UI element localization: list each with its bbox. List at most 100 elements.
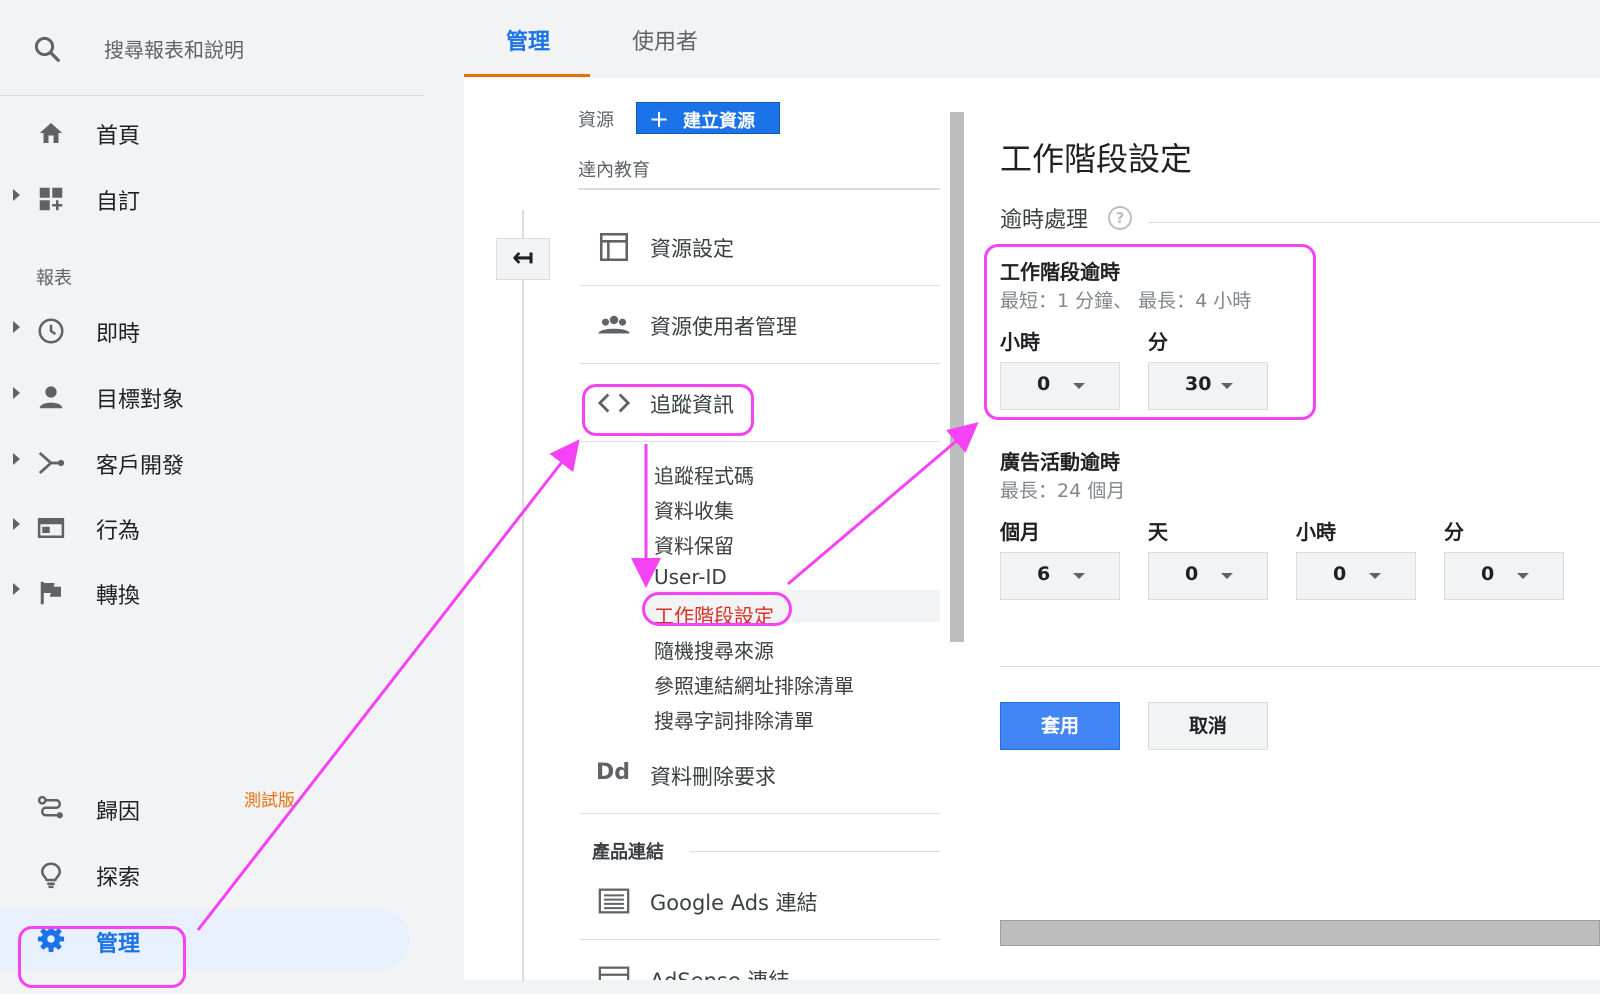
page-title: 工作階段設定 [1000, 140, 1193, 178]
campaign-timeout-hint: 最長：24 個月 [1000, 480, 1126, 502]
dropdown-caret-icon [1073, 573, 1085, 579]
search-bar[interactable]: 搜尋報表和說明 [0, 0, 424, 96]
menu-property-settings[interactable]: 資源設定 [580, 208, 940, 286]
submenu-data-collection[interactable]: 資料收集 [654, 495, 734, 524]
behavior-icon [37, 518, 65, 538]
campaign-minutes-label: 分 [1444, 520, 1464, 544]
campaign-minutes-select[interactable]: 0 [1444, 552, 1564, 600]
property-column-label: 資源 [578, 110, 614, 131]
session-timeout-title: 工作階段逾時 [1000, 260, 1120, 284]
session-timeout-hint: 最短：1 分鐘、 最長：4 小時 [1000, 290, 1252, 312]
select-value: 0 [1333, 563, 1347, 585]
divider [1000, 666, 1600, 667]
attribution-icon [37, 795, 63, 819]
submenu-referral-exclusion-list[interactable]: 參照連結網址排除清單 [654, 670, 854, 699]
menu-label: AdSense 連結 [650, 965, 789, 980]
expand-arrow-icon [13, 453, 20, 465]
apply-button[interactable]: 套用 [1000, 702, 1120, 750]
submenu-session-settings[interactable]: 工作階段設定 [654, 600, 774, 629]
menu-label: Google Ads 連結 [650, 891, 818, 915]
session-minutes-select[interactable]: 30 [1148, 362, 1268, 410]
admin-tab-bar: 管理 使用者 [464, 0, 1600, 78]
attribution-text: 歸因 [96, 800, 141, 825]
beta-badge: 測試版 [244, 791, 295, 811]
nav-label-discover: 探索 [96, 866, 141, 891]
active-tab-indicator [464, 74, 590, 77]
property-settings-icon [599, 232, 629, 262]
dropdown-caret-icon [1517, 573, 1529, 579]
nav-item-attribution[interactable]: 歸因 測試版 [0, 780, 410, 836]
submenu-user-id[interactable]: User-ID [654, 565, 727, 589]
nav-item-behavior[interactable]: 行為 [0, 499, 410, 555]
menu-property-user-management[interactable]: 資源使用者管理 [580, 286, 940, 364]
select-value: 0 [1185, 563, 1199, 585]
adsense-icon [598, 966, 630, 980]
select-value: 0 [1481, 563, 1495, 585]
code-icon [597, 393, 631, 413]
clock-icon [38, 318, 64, 344]
select-value: 0 [1037, 373, 1051, 395]
campaign-hours-select[interactable]: 0 [1296, 552, 1416, 600]
dropdown-caret-icon [1221, 383, 1233, 389]
back-arrow-icon: ↤ [512, 243, 534, 273]
session-hours-select[interactable]: 0 [1000, 362, 1120, 410]
create-property-button[interactable]: + 建立資源 [636, 102, 780, 134]
menu-label: 資源使用者管理 [650, 315, 797, 339]
link-list-icon [598, 888, 630, 914]
nav-label-audience: 目標對象 [96, 388, 185, 413]
menu-data-deletion-requests[interactable]: Dd 資料刪除要求 [580, 736, 940, 814]
timeout-section-title: 逾時處理 [1000, 208, 1089, 233]
submenu-tracking-code[interactable]: 追蹤程式碼 [654, 460, 754, 489]
nav-label-customization: 自訂 [96, 190, 141, 215]
dashboard-add-icon [39, 187, 63, 211]
submenu-organic-search-sources[interactable]: 隨機搜尋來源 [654, 635, 774, 664]
dropdown-caret-icon [1369, 573, 1381, 579]
submenu-search-term-exclusion-list[interactable]: 搜尋字詞排除清單 [654, 705, 814, 734]
nav-label-behavior: 行為 [96, 519, 141, 544]
campaign-hours-label: 小時 [1296, 520, 1336, 544]
product-linking-header: 產品連結 [592, 842, 664, 863]
tab-admin[interactable]: 管理 [506, 24, 550, 56]
cancel-button[interactable]: 取消 [1148, 702, 1268, 750]
plus-icon: + [649, 105, 670, 133]
expand-arrow-icon [13, 518, 20, 530]
nav-item-home[interactable]: 首頁 [0, 104, 410, 160]
help-icon[interactable]: ? [1108, 206, 1132, 230]
campaign-months-select[interactable]: 6 [1000, 552, 1120, 600]
property-selector[interactable]: 達內教育 [578, 156, 650, 182]
divider [578, 188, 940, 190]
tab-users[interactable]: 使用者 [632, 24, 698, 56]
campaign-days-label: 天 [1148, 520, 1168, 544]
gear-icon [37, 925, 65, 953]
nav-item-audience[interactable]: 目標對象 [0, 368, 410, 424]
nav-item-realtime[interactable]: 即時 [0, 302, 410, 358]
menu-tracking-info[interactable]: 追蹤資訊 [580, 364, 940, 442]
campaign-days-select[interactable]: 0 [1148, 552, 1268, 600]
submenu-data-retention[interactable]: 資料保留 [654, 530, 734, 559]
horizontal-scrollbar[interactable] [1000, 920, 1600, 946]
search-placeholder: 搜尋報表和說明 [104, 38, 244, 62]
person-icon [39, 386, 63, 409]
expand-arrow-icon [13, 387, 20, 399]
select-value: 6 [1037, 563, 1051, 585]
menu-adsense-linking[interactable]: AdSense 連結 [580, 940, 940, 980]
campaign-months-label: 個月 [1000, 520, 1040, 544]
menu-google-ads-linking[interactable]: Google Ads 連結 [580, 862, 940, 940]
divider [690, 851, 940, 852]
vertical-scrollbar[interactable] [950, 112, 964, 642]
nav-item-acquisition[interactable]: 客戶開發 [0, 434, 410, 490]
nav-label-home: 首頁 [96, 124, 141, 149]
nav-label-attribution: 歸因 測試版 [96, 791, 295, 826]
nav-item-discover[interactable]: 探索 [0, 846, 410, 902]
back-button[interactable]: ↤ [496, 238, 550, 280]
data-deletion-icon: Dd [596, 760, 631, 785]
flag-icon [40, 581, 61, 605]
menu-label: 資料刪除要求 [650, 765, 776, 789]
session-minutes-label: 分 [1148, 330, 1168, 354]
nav-item-conversions[interactable]: 轉換 [0, 564, 410, 620]
expand-arrow-icon [13, 583, 20, 595]
nav-label-acquisition: 客戶開發 [96, 454, 185, 479]
expand-arrow-icon [13, 189, 20, 201]
nav-item-customization[interactable]: 自訂 [0, 170, 410, 226]
nav-item-admin[interactable]: 管理 [0, 910, 410, 970]
